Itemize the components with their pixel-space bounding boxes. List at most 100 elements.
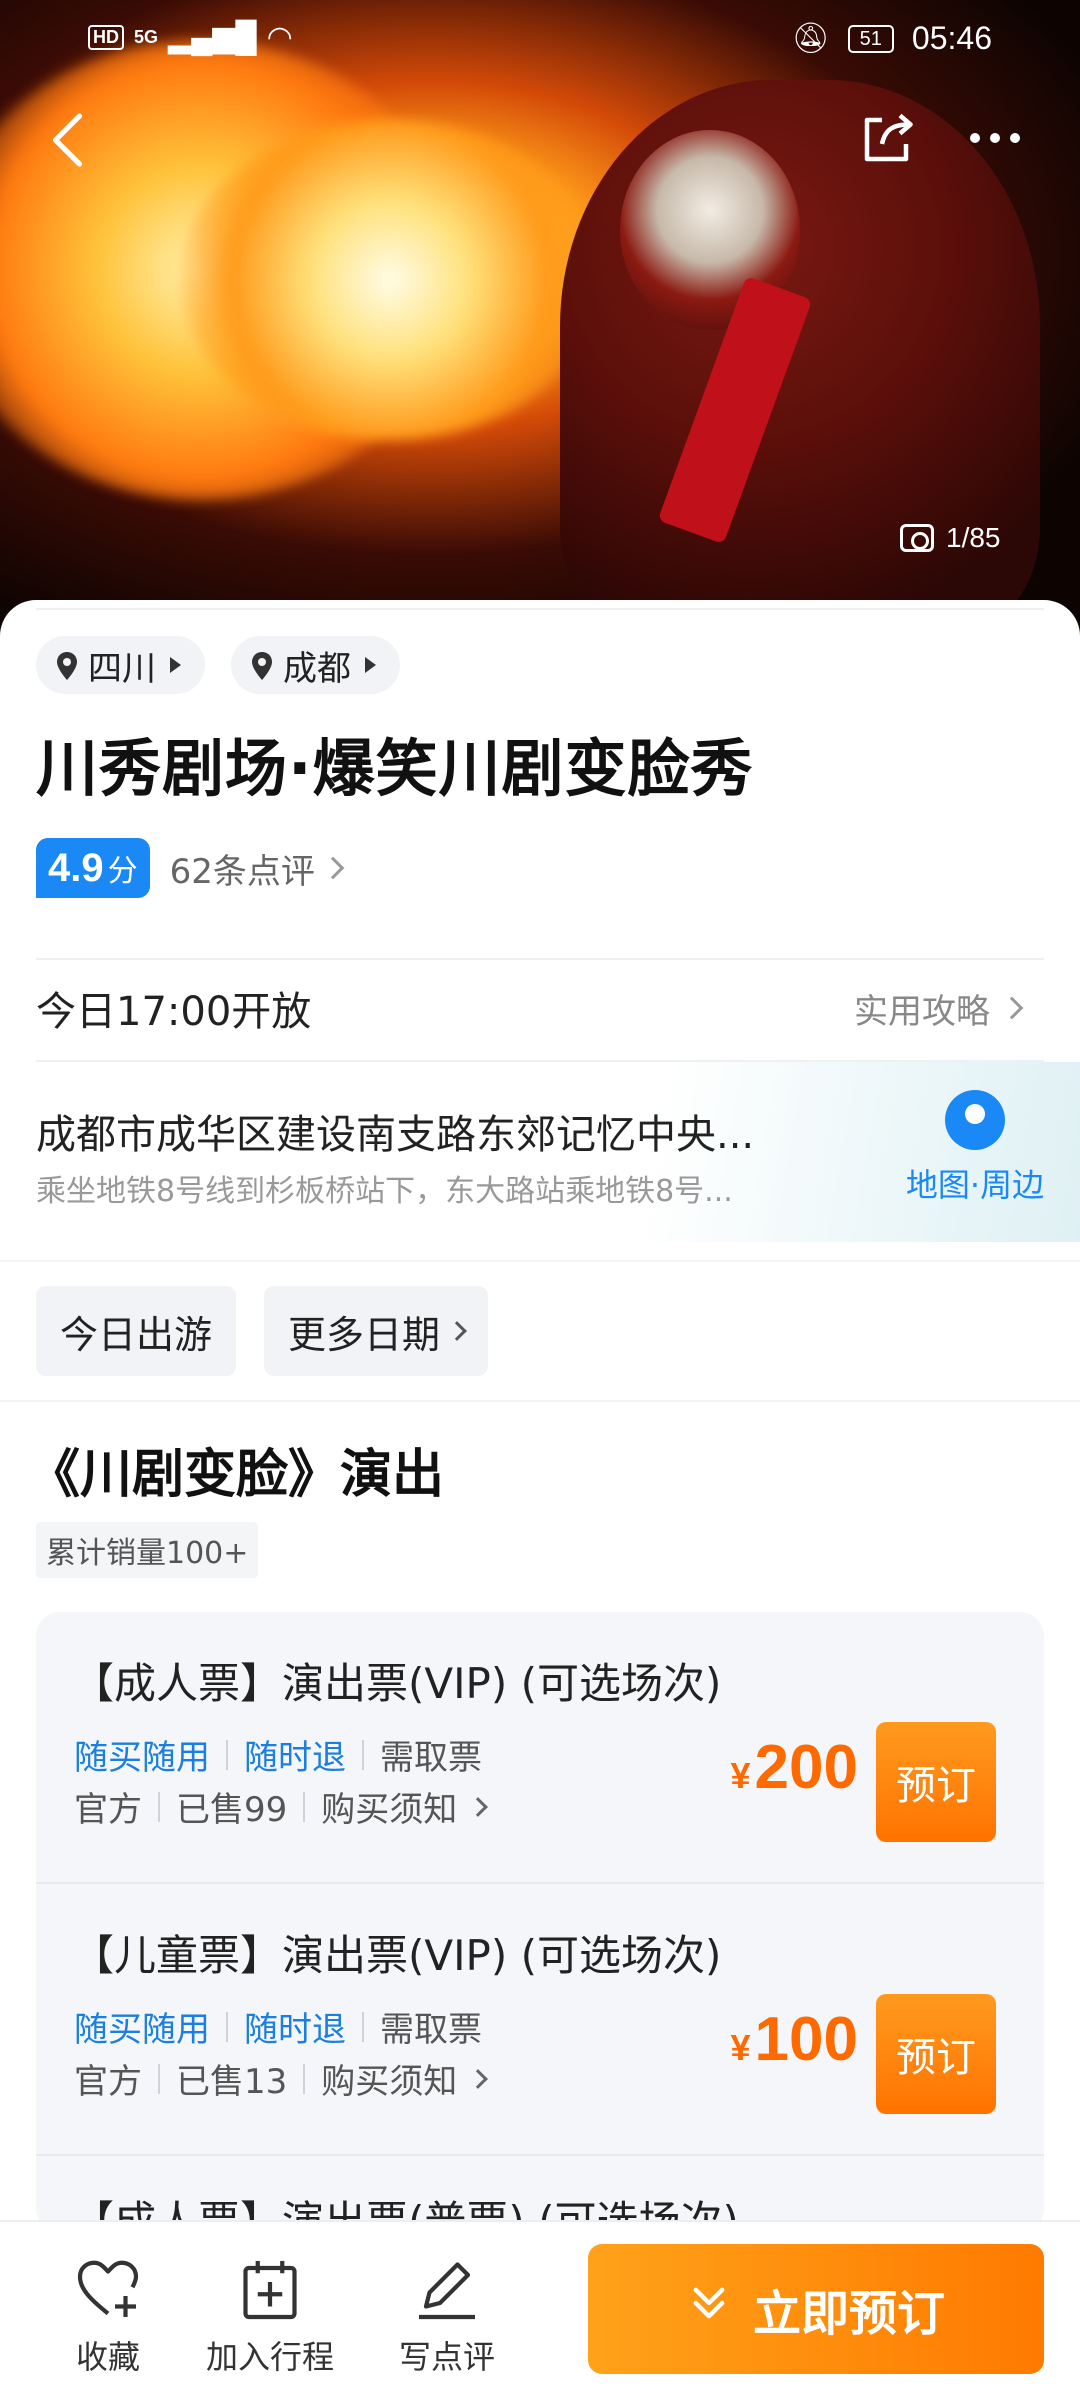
date-today-label: 今日出游: [60, 1312, 213, 1357]
calendar-plus-icon: [235, 2254, 305, 2324]
clock: 05:46: [911, 20, 992, 56]
ticket-price: ¥ 200: [731, 1732, 858, 1803]
province-label: 四川: [88, 648, 156, 689]
map-pin-icon: [945, 1090, 1005, 1150]
attraction-info-card: 四川 成都 川秀剧场·爆笑川剧变脸秀 4.9 分 62条点评 今日17:00开放…: [0, 600, 1080, 1260]
price-value: 100: [754, 2005, 858, 2074]
opening-hours-row[interactable]: 今日17:00开放 实用攻略: [36, 960, 1044, 1056]
write-review-button[interactable]: 写点评: [392, 2254, 502, 2378]
back-button[interactable]: [44, 110, 104, 170]
location-pin-icon: [251, 650, 273, 680]
bottom-action-bar: 收藏 加入行程 写点评 立即预订: [0, 2220, 1080, 2400]
ticket-tag: 随时退: [244, 1738, 346, 1778]
signal-icon: ▂▄▆█: [168, 21, 257, 54]
date-today-chip[interactable]: 今日出游: [36, 1286, 237, 1376]
ticket-tags: 随买随用 随时退 需取票: [74, 2002, 482, 2051]
guide-label: 实用攻略: [854, 991, 990, 1032]
divider: [36, 608, 1044, 610]
ticket-tags: 随买随用 随时退 需取票: [74, 1730, 482, 1779]
share-icon: [864, 113, 913, 162]
book-button[interactable]: 预订: [876, 1994, 996, 2114]
ticket-name: 【成人票】演出票(VIP) (可选场次): [72, 1659, 722, 1708]
map-nearby-button[interactable]: 地图·周边: [900, 1090, 1050, 1206]
date-selector: 今日出游 更多日期: [0, 1262, 1080, 1400]
ticket-tag: 需取票: [380, 1738, 482, 1778]
separator: [362, 1739, 364, 1770]
city-pill[interactable]: 成都: [231, 636, 400, 694]
province-pill[interactable]: 四川: [36, 636, 205, 694]
add-trip-button[interactable]: 加入行程: [200, 2254, 340, 2378]
chevron-right-icon: [1000, 996, 1024, 1020]
share-button[interactable]: [858, 108, 922, 172]
ticket-item[interactable]: 【儿童票】演出票(VIP) (可选场次) 随买随用 随时退 需取票 官方 已售1…: [36, 1884, 1044, 2156]
favorite-button[interactable]: 收藏: [58, 2254, 158, 2378]
opening-hours: 今日17:00开放: [36, 989, 312, 1035]
book-now-button[interactable]: 立即预订: [588, 2244, 1044, 2374]
chevron-right-icon: [447, 1321, 467, 1341]
wifi-icon: ◠: [266, 21, 293, 54]
chevron-right-icon: [468, 2068, 489, 2089]
more-button[interactable]: [970, 118, 1046, 158]
ticket-name: 【儿童票】演出票(VIP) (可选场次): [72, 1931, 722, 1980]
guide-link[interactable]: 实用攻略: [854, 984, 1044, 1033]
camera-icon: [900, 524, 934, 552]
performer-costume: [560, 80, 1040, 640]
purchase-notice-label: 购买须知: [321, 2062, 458, 2102]
network-label: 5G: [134, 27, 159, 47]
show-section: 《川剧变脸》演出 累计销量100+ 【成人票】演出票(VIP) (可选场次) 随…: [0, 1402, 1080, 2232]
show-title: 《川剧变脸》演出: [28, 1445, 445, 1505]
write-review-label: 写点评: [398, 2338, 495, 2376]
currency-symbol: ¥: [730, 1755, 751, 1796]
reviews-count: 62条点评: [169, 851, 315, 892]
ticket-tag: 随买随用: [74, 1738, 210, 1778]
mute-icon: 🔕︎: [791, 22, 830, 55]
photo-counter[interactable]: 1/85: [900, 522, 1001, 554]
book-now-label: 立即预订: [752, 2286, 945, 2342]
ticket-item[interactable]: 【成人票】演出票(VIP) (可选场次) 随买随用 随时退 需取票 官方 已售9…: [36, 1612, 1044, 1884]
rating-row[interactable]: 4.9 分 62条点评: [36, 838, 345, 898]
ticket-price: ¥ 100: [731, 2004, 858, 2075]
add-trip-label: 加入行程: [205, 2338, 334, 2376]
location-breadcrumb: 四川 成都: [36, 636, 400, 694]
heart-plus-icon: [73, 2254, 143, 2324]
caret-right-icon: [170, 657, 181, 673]
status-bar: HD 5G ▂▄▆█ ◠ 🔕︎ 51 05:46: [0, 0, 1080, 80]
purchase-notice-link[interactable]: 购买须知: [321, 2054, 489, 2103]
date-more-chip[interactable]: 更多日期: [264, 1286, 489, 1376]
score-value: 4.9: [48, 846, 104, 890]
purchase-notice-link[interactable]: 购买须知: [321, 1782, 489, 1831]
reviews-link[interactable]: 62条点评: [169, 844, 345, 893]
sales-badge: 累计销量100+: [36, 1522, 259, 1578]
more-dot: [1010, 133, 1020, 143]
separator: [303, 2063, 306, 2094]
separator: [158, 1791, 160, 1822]
more-dot: [970, 133, 980, 143]
hero-image[interactable]: 1/85: [0, 0, 1080, 640]
attraction-title: 川秀剧场·爆笑川剧变脸秀: [36, 732, 754, 805]
book-button[interactable]: 预订: [876, 1722, 996, 1842]
ticket-list: 【成人票】演出票(VIP) (可选场次) 随买随用 随时退 需取票 官方 已售9…: [36, 1612, 1044, 2232]
battery-icon: 51: [847, 24, 894, 53]
transit-text: 乘坐地铁8号线到杉板桥站下，东大路站乘地铁8号...: [36, 1174, 733, 1209]
ticket-meta: 官方 已售13 购买须知: [74, 2054, 489, 2103]
photo-counter-text: 1/85: [946, 522, 1001, 553]
caret-right-icon: [365, 657, 376, 673]
map-nearby-label: 地图·周边: [905, 1166, 1045, 1204]
date-more-label: 更多日期: [288, 1312, 441, 1357]
chevron-right-icon: [468, 1796, 489, 1817]
address-text: 成都市成华区建设南支路东郊记忆中央...: [36, 1112, 755, 1158]
double-chevron-down-icon: [687, 2281, 731, 2337]
address-row[interactable]: 成都市成华区建设南支路东郊记忆中央... 乘坐地铁8号线到杉板桥站下，东大路站乘…: [0, 1062, 1080, 1242]
ticket-tag: 随时退: [244, 2010, 346, 2050]
pencil-icon: [412, 2254, 482, 2324]
ticket-meta: 官方 已售99 购买须知: [74, 1782, 489, 1831]
score-badge: 4.9 分: [36, 838, 150, 898]
separator: [226, 1739, 228, 1770]
fire-effect: [180, 120, 600, 440]
separator: [226, 2011, 228, 2042]
separator: [303, 1791, 306, 1822]
ticket-sold: 已售13: [176, 2062, 288, 2102]
ticket-tag: 需取票: [380, 2010, 482, 2050]
city-label: 成都: [283, 648, 351, 689]
ticket-sold: 已售99: [176, 1790, 288, 1830]
